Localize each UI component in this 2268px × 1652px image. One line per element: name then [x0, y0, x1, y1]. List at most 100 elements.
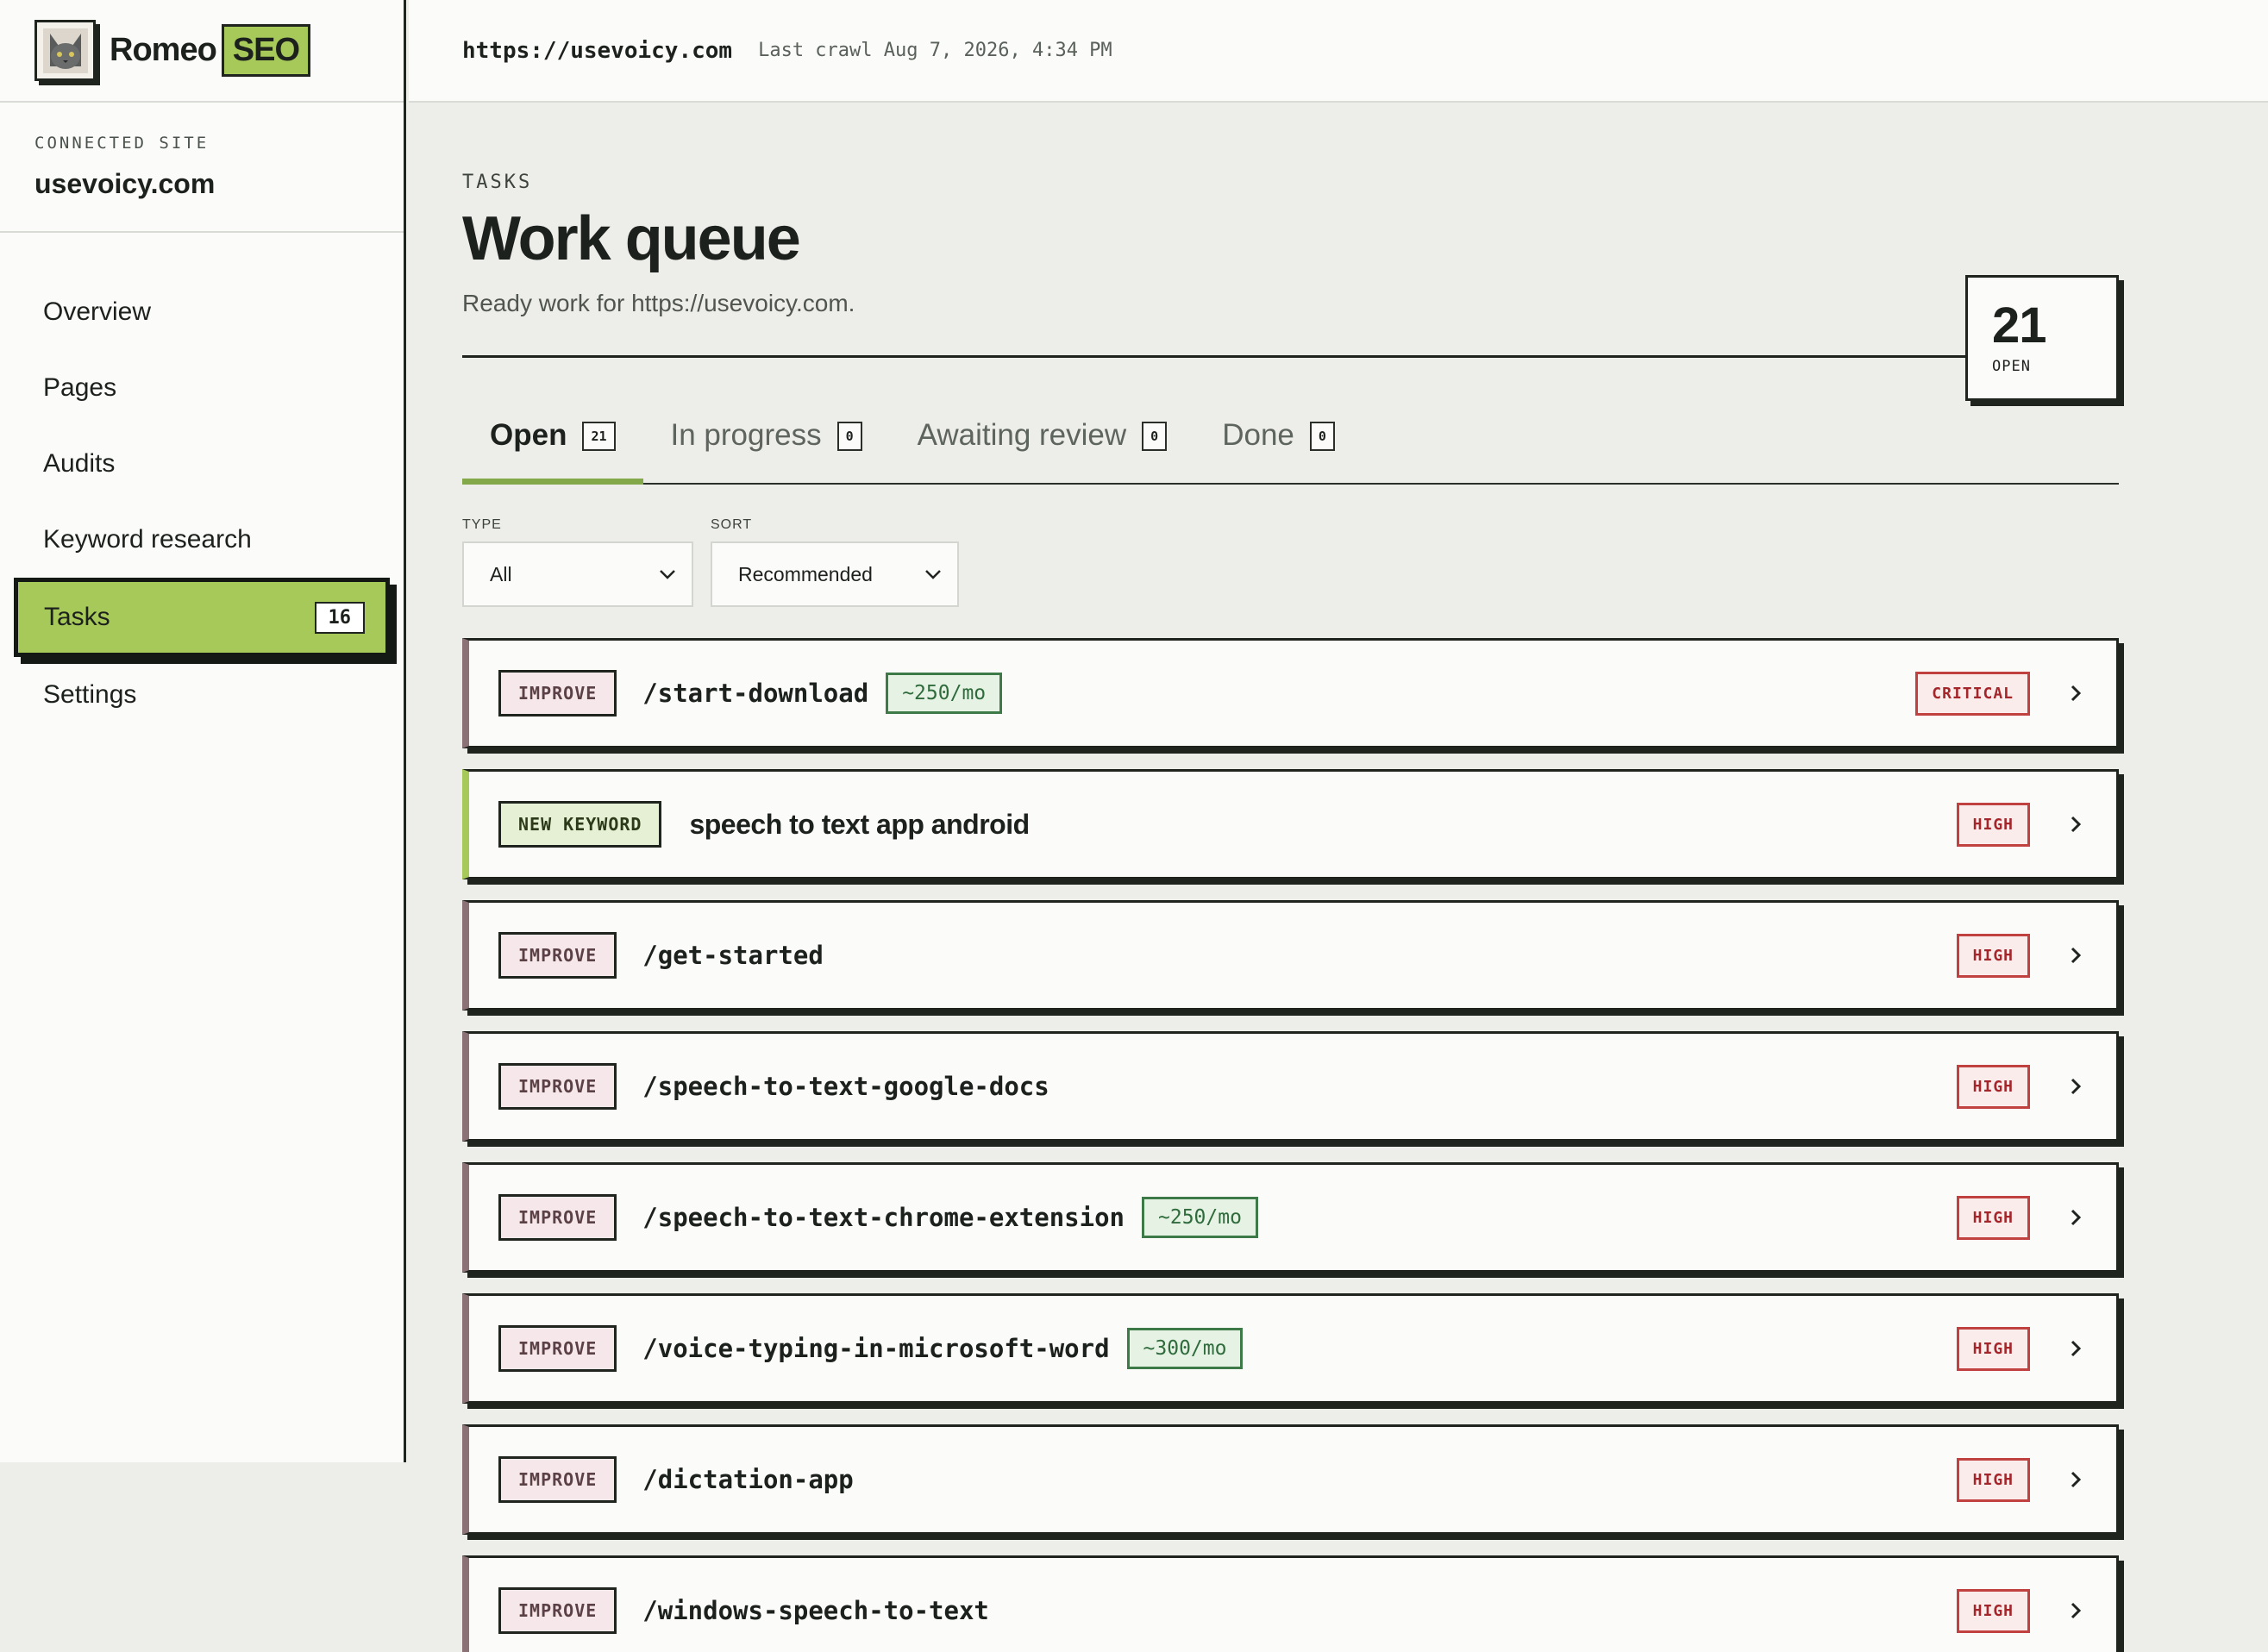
tasks-count-badge: 16 [314, 601, 365, 634]
task-type-tag: IMPROVE [498, 932, 617, 979]
chevron-right-icon [2071, 816, 2082, 833]
task-title: /windows-speech-to-text [642, 1596, 989, 1625]
tab-done[interactable]: Done 0 [1194, 418, 1363, 483]
top-bar: https://usevoicy.com Last crawl Aug 7, 2… [409, 0, 2268, 103]
sidebar-item-label: Keyword research [43, 525, 252, 554]
sort-select-value: Recommended [738, 562, 873, 585]
connected-site: CONNECTED SITE usevoicy.com [0, 103, 404, 233]
page-subtitle: Ready work for https://usevoicy.com. [462, 290, 855, 316]
sidebar-item-label: Overview [43, 297, 152, 326]
brand-name: Romeo [110, 32, 217, 68]
last-crawl: Last crawl Aug 7, 2026, 4:34 PM [758, 40, 1112, 61]
sidebar: Romeo SEO CONNECTED SITE usevoicy.com Ov… [0, 0, 406, 1462]
chevron-right-icon [2071, 1602, 2082, 1619]
task-row[interactable]: IMPROVE /voice-typing-in-microsoft-word … [462, 1293, 2119, 1404]
task-title: /voice-typing-in-microsoft-word [642, 1334, 1110, 1363]
sidebar-item-pages[interactable]: Pages [0, 350, 404, 426]
priority-badge: HIGH [1956, 1457, 2030, 1502]
main-content: TASKS Work queue Ready work for https://… [462, 103, 2119, 1652]
chevron-right-icon [2071, 1340, 2082, 1357]
chevron-down-icon [660, 570, 675, 579]
task-title: /start-download [642, 679, 869, 708]
sidebar-item-settings[interactable]: Settings [0, 657, 404, 733]
chevron-right-icon [2071, 1209, 2082, 1226]
type-filter: TYPE All [462, 517, 693, 607]
chevron-down-icon [925, 570, 941, 579]
brand[interactable]: Romeo SEO [0, 0, 404, 103]
sidebar-item-overview[interactable]: Overview [0, 274, 404, 350]
task-row[interactable]: IMPROVE /speech-to-text-google-docs HIGH [462, 1031, 2119, 1142]
tab-label: Open [490, 418, 567, 452]
search-volume-badge: ~300/mo [1126, 1328, 1244, 1369]
sidebar-item-label: Settings [43, 680, 137, 709]
priority-badge: HIGH [1956, 933, 2030, 978]
sidebar-item-label: Audits [43, 449, 116, 478]
type-select-value: All [490, 562, 512, 585]
task-row[interactable]: IMPROVE /get-started HIGH [462, 900, 2119, 1011]
type-filter-label: TYPE [462, 517, 502, 532]
task-type-tag: IMPROVE [498, 1063, 617, 1110]
priority-badge: HIGH [1956, 1588, 2030, 1633]
task-row[interactable]: IMPROVE /start-download ~250/mo CRITICAL [462, 638, 2119, 748]
tab-count: 0 [1309, 422, 1335, 451]
chevron-right-icon [2071, 1078, 2082, 1095]
sort-filter: SORT Recommended [711, 517, 959, 607]
tab-label: Done [1222, 418, 1294, 452]
sidebar-item-keyword-research[interactable]: Keyword research [0, 502, 404, 578]
sort-select[interactable]: Recommended [711, 541, 959, 607]
header-divider [462, 355, 2119, 358]
task-list: IMPROVE /start-download ~250/mo CRITICAL… [462, 638, 2119, 1652]
task-row[interactable]: IMPROVE /speech-to-text-chrome-extension… [462, 1162, 2119, 1273]
open-count-card: 21 OPEN [1965, 275, 2119, 401]
task-type-tag: IMPROVE [498, 670, 617, 716]
task-row[interactable]: IMPROVE /dictation-app HIGH [462, 1424, 2119, 1535]
chevron-right-icon [2071, 1471, 2082, 1488]
tab-label: Awaiting review [917, 418, 1127, 452]
search-volume-badge: ~250/mo [1142, 1197, 1258, 1238]
task-title: /speech-to-text-chrome-extension [642, 1203, 1125, 1232]
priority-badge: HIGH [1956, 1195, 2030, 1240]
tab-label: In progress [670, 418, 822, 452]
sidebar-nav: Overview Pages Audits Keyword research T… [0, 233, 404, 733]
type-select[interactable]: All [462, 541, 693, 607]
chevron-right-icon [2071, 947, 2082, 964]
task-type-tag: IMPROVE [498, 1194, 617, 1241]
chevron-right-icon [2071, 685, 2082, 702]
task-row[interactable]: NEW KEYWORD speech to text app android H… [462, 769, 2119, 879]
open-count: 21 [1992, 297, 2047, 354]
task-type-tag: IMPROVE [498, 1325, 617, 1372]
filters: TYPE All SORT Recommended [462, 517, 2119, 607]
tab-count: 0 [836, 422, 862, 451]
brand-badge: SEO [221, 24, 311, 77]
tab-count: 0 [1142, 422, 1168, 451]
tab-in-progress[interactable]: In progress 0 [643, 418, 890, 483]
status-tabs: Open 21 In progress 0 Awaiting review 0 … [462, 418, 2119, 485]
task-title: speech to text app android [689, 808, 1030, 840]
task-row[interactable]: IMPROVE /windows-speech-to-text HIGH [462, 1555, 2119, 1652]
task-type-tag: IMPROVE [498, 1456, 617, 1503]
sidebar-item-tasks[interactable]: Tasks 16 [14, 578, 390, 657]
tab-count: 21 [582, 422, 616, 451]
site-name: usevoicy.com [34, 168, 216, 199]
priority-badge: HIGH [1956, 1326, 2030, 1371]
task-type-tag: NEW KEYWORD [498, 801, 662, 848]
task-title: /speech-to-text-google-docs [642, 1072, 1049, 1101]
sidebar-item-audits[interactable]: Audits [0, 426, 404, 502]
site-url[interactable]: https://usevoicy.com [462, 38, 732, 64]
cat-logo-icon [34, 20, 96, 81]
search-volume-badge: ~250/mo [886, 673, 1003, 714]
task-type-tag: IMPROVE [498, 1587, 617, 1634]
tab-awaiting-review[interactable]: Awaiting review 0 [890, 418, 1195, 483]
priority-badge: HIGH [1956, 1064, 2030, 1109]
priority-badge: CRITICAL [1915, 671, 2030, 716]
tab-open[interactable]: Open 21 [462, 418, 643, 485]
sidebar-item-label: Pages [43, 373, 117, 402]
task-title: /dictation-app [642, 1465, 854, 1494]
site-caption: CONNECTED SITE [34, 134, 210, 153]
sidebar-item-label: Tasks [44, 603, 110, 631]
sort-filter-label: SORT [711, 517, 753, 532]
page-title: Work queue [462, 204, 801, 273]
page-eyebrow: TASKS [462, 172, 533, 193]
task-title: /get-started [642, 941, 824, 970]
priority-badge: HIGH [1956, 802, 2030, 847]
